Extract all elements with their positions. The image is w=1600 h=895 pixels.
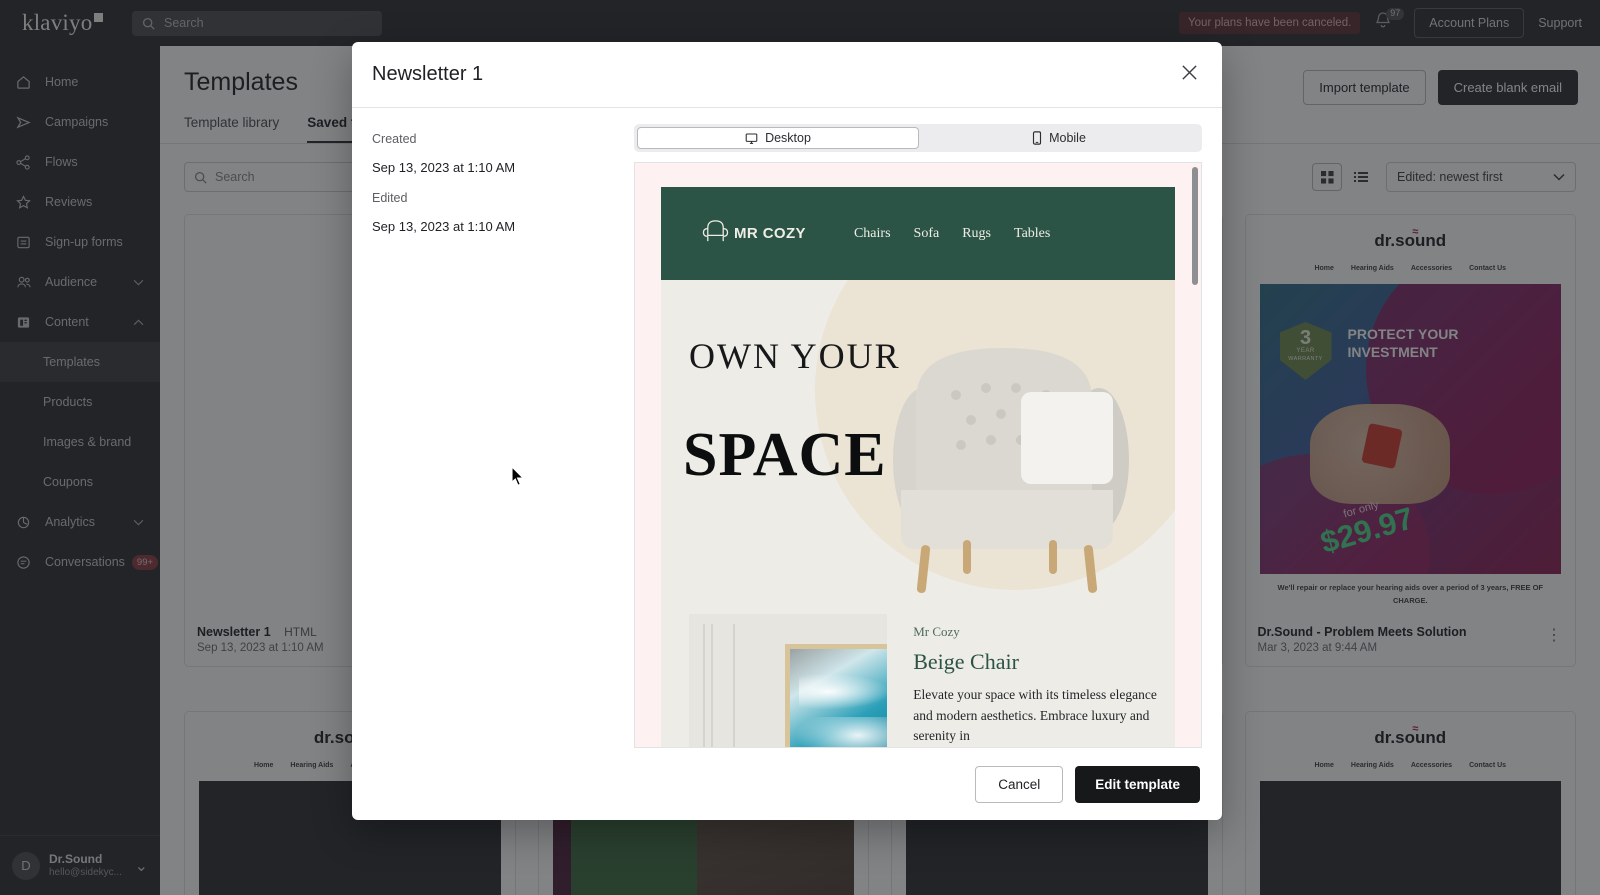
email-nav-tables[interactable]: Tables: [1014, 226, 1050, 242]
product-description: Elevate your space with its timeless ele…: [913, 687, 1157, 744]
product-copy: Mr Cozy Beige Chair Elevate your space w…: [913, 614, 1175, 747]
wall-panel-line: [711, 624, 713, 747]
wave-foam-2: [794, 716, 888, 747]
desktop-view-label: Desktop: [765, 131, 811, 145]
app-root: Templates Template library Saved templat…: [0, 0, 1600, 895]
preview-scrollbar[interactable]: [1192, 167, 1198, 285]
email-preview-frame[interactable]: MR COZY Chairs Sofa Rugs Tables OWN YOUR…: [634, 162, 1202, 748]
email-nav-chairs[interactable]: Chairs: [854, 226, 891, 242]
modal-title: Newsletter 1: [372, 63, 484, 85]
product-room-image: [689, 614, 888, 747]
mobile-icon: [1033, 131, 1042, 145]
mobile-view-tab[interactable]: Mobile: [919, 127, 1199, 149]
modal-body: Created Sep 13, 2023 at 1:10 AM Edited S…: [352, 108, 1222, 748]
desktop-icon: [745, 133, 758, 144]
cancel-button[interactable]: Cancel: [975, 765, 1064, 803]
modal-header: Newsletter 1: [352, 42, 1222, 108]
preview-column: Desktop Mobile MR COZY Chairs Sofa Rugs …: [634, 124, 1202, 748]
wave-foam: [799, 672, 888, 712]
hero-chair-image: [893, 348, 1129, 593]
product-brand: Mr Cozy: [913, 624, 960, 639]
mrcozy-logo: MR COZY: [699, 218, 806, 249]
wall-panel-line: [703, 624, 705, 747]
desktop-view-tab[interactable]: Desktop: [637, 127, 919, 149]
device-toggle: Desktop Mobile: [634, 124, 1202, 152]
hero-headline-line-1: OWN YOUR: [689, 336, 901, 376]
email-product-section: Mr Cozy Beige Chair Elevate your space w…: [661, 600, 1175, 747]
product-name: Beige Chair: [913, 649, 1019, 674]
created-label: Created: [372, 132, 417, 146]
edited-label: Edited: [372, 191, 408, 205]
email-nav-rugs[interactable]: Rugs: [962, 226, 991, 242]
email-preview-content: MR COZY Chairs Sofa Rugs Tables OWN YOUR…: [635, 163, 1201, 747]
email-nav-sofa[interactable]: Sofa: [914, 226, 940, 242]
email-nav-links: Chairs Sofa Rugs Tables: [854, 226, 1050, 242]
close-icon[interactable]: [1181, 64, 1198, 85]
mobile-view-label: Mobile: [1049, 131, 1086, 145]
created-value: Sep 13, 2023 at 1:10 AM: [372, 160, 516, 175]
email-nav-bar: MR COZY Chairs Sofa Rugs Tables: [661, 187, 1175, 280]
mouse-cursor: [511, 466, 525, 487]
mrcozy-brand-text: MR COZY: [734, 225, 806, 242]
template-preview-modal: Newsletter 1 Created Sep 13, 2023 at 1:1…: [352, 42, 1222, 820]
wall-panel-line: [733, 624, 735, 747]
framed-ocean-artwork: [785, 644, 888, 747]
template-metadata: Created Sep 13, 2023 at 1:10 AM Edited S…: [372, 124, 634, 748]
edited-value: Sep 13, 2023 at 1:10 AM: [372, 219, 516, 234]
modal-footer: Cancel Edit template: [352, 748, 1222, 820]
email-hero-section: OWN YOUR SPACE: [661, 280, 1175, 600]
hero-headline-line-2: SPACE: [683, 421, 887, 489]
edit-template-button[interactable]: Edit template: [1075, 765, 1200, 803]
armchair-icon: [699, 218, 732, 249]
